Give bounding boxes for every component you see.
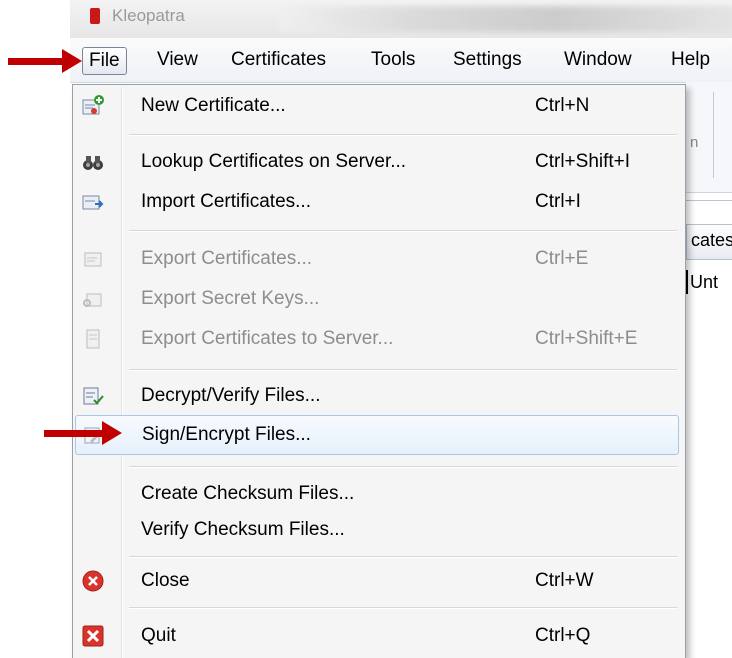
menu-item-decrypt-verify[interactable]: Decrypt/Verify Files... — [75, 377, 681, 415]
window-title: Kleopatra — [112, 6, 185, 25]
quit-icon — [82, 625, 104, 647]
file-menu-dropdown: New Certificate... Ctrl+N Lookup Certifi… — [72, 84, 686, 658]
menu-item-close[interactable]: Close Ctrl+W — [75, 562, 681, 600]
menu-bar: File View Certificates Tools Settings Wi… — [70, 38, 732, 83]
annotation-arrow-file — [8, 49, 82, 73]
menu-item-import-certificates[interactable]: Import Certificates... Ctrl+I — [75, 183, 681, 221]
menu-item-label: Lookup Certificates on Server... — [141, 151, 407, 172]
menu-item-label: Verify Checksum Files... — [141, 519, 345, 540]
menu-separator — [129, 134, 677, 136]
menu-item-quit[interactable]: Quit Ctrl+Q — [75, 617, 681, 655]
menu-item-shortcut: Ctrl+N — [535, 95, 590, 116]
toolbar-label-fragment: n — [690, 134, 699, 151]
menu-item-new-certificate[interactable]: New Certificate... Ctrl+N — [75, 87, 681, 125]
menu-item-lookup-certificates[interactable]: Lookup Certificates on Server... Ctrl+Sh… — [75, 143, 681, 181]
kleopatra-app-icon — [90, 8, 100, 24]
tab-certificates[interactable]: cates — [686, 224, 732, 260]
new-certificate-icon — [82, 95, 104, 115]
menu-separator — [129, 607, 677, 609]
menu-file[interactable]: File — [82, 47, 127, 75]
menu-item-shortcut: Ctrl+W — [535, 570, 594, 591]
menu-item-shortcut: Ctrl+Q — [535, 625, 591, 646]
menu-item-label: Sign/Encrypt Files... — [142, 424, 311, 445]
decrypt-verify-icon — [83, 387, 104, 405]
import-certificates-icon — [82, 195, 104, 210]
menu-separator — [129, 230, 677, 232]
menu-item-label: New Certificate... — [141, 95, 286, 116]
menu-settings[interactable]: Settings — [444, 47, 531, 73]
tab-certificates-label: cates — [691, 230, 732, 250]
menu-separator — [129, 369, 677, 371]
menu-item-export-secret-keys[interactable]: Export Secret Keys... — [75, 280, 681, 318]
menu-item-label: Close — [141, 570, 190, 591]
menu-separator — [129, 556, 677, 558]
binoculars-icon — [83, 156, 103, 170]
menu-item-export-to-server[interactable]: Export Certificates to Server... Ctrl+Sh… — [75, 320, 681, 358]
toolbar-separator — [713, 92, 714, 178]
menu-item-sign-encrypt[interactable]: Sign/Encrypt Files... — [75, 415, 679, 455]
menu-help[interactable]: Help — [662, 47, 719, 73]
menu-item-shortcut: Ctrl+Shift+I — [535, 151, 631, 172]
title-bar: Kleopatra — [70, 0, 732, 38]
menu-item-verify-checksum[interactable]: Verify Checksum Files... — [75, 511, 681, 549]
title-bar-glass — [280, 6, 732, 32]
menu-item-shortcut: Ctrl+I — [535, 191, 581, 212]
export-certificates-icon — [84, 252, 102, 267]
menu-item-label: Create Checksum Files... — [141, 483, 355, 504]
annotation-arrow-sign-encrypt — [44, 421, 122, 445]
menu-item-label: Export Secret Keys... — [141, 288, 320, 309]
menu-separator — [129, 466, 677, 468]
column-header-fragment: Unt — [685, 270, 719, 294]
menu-item-export-certificates[interactable]: Export Certificates... Ctrl+E — [75, 240, 681, 278]
menu-item-label: Export Certificates to Server... — [141, 328, 394, 349]
menu-item-label: Quit — [141, 625, 176, 646]
menu-certificates[interactable]: Certificates — [222, 47, 335, 73]
menu-item-create-checksum[interactable]: Create Checksum Files... — [75, 475, 681, 513]
close-icon — [82, 570, 104, 592]
menu-window[interactable]: Window — [555, 47, 641, 73]
menu-item-label: Decrypt/Verify Files... — [141, 385, 321, 406]
menu-tools[interactable]: Tools — [362, 47, 424, 73]
menu-view[interactable]: View — [148, 47, 207, 73]
menu-item-label: Import Certificates... — [141, 191, 311, 212]
menu-item-label: Export Certificates... — [141, 248, 313, 269]
export-secret-keys-icon — [83, 293, 102, 307]
menu-item-shortcut: Ctrl+E — [535, 248, 589, 269]
export-to-server-icon — [86, 329, 100, 349]
menu-item-shortcut: Ctrl+Shift+E — [535, 328, 638, 349]
search-field-fragment[interactable] — [686, 200, 732, 221]
